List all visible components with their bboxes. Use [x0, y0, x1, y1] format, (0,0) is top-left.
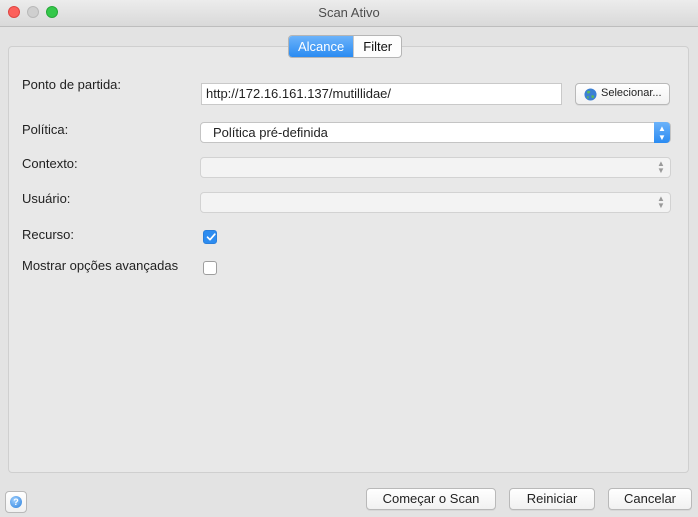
help-icon: ?	[10, 496, 22, 508]
recurse-label: Recurso:	[22, 227, 75, 242]
user-select[interactable]: ▲ ▼	[200, 192, 671, 213]
context-select[interactable]: ▲ ▼	[200, 157, 671, 178]
tab-filter[interactable]: Filter	[353, 36, 401, 57]
context-label: Contexto:	[22, 156, 78, 171]
select-button-label: Selecionar...	[601, 87, 662, 99]
check-icon	[206, 233, 216, 241]
start-point-value: http://172.16.161.137/mutillidae/	[206, 86, 392, 101]
policy-select[interactable]: Política pré-definida ▲ ▼	[200, 122, 671, 143]
advanced-options-label: Mostrar opções avançadas	[22, 258, 179, 273]
user-label: Usuário:	[22, 191, 71, 206]
globe-icon	[584, 88, 597, 101]
chevron-updown-icon: ▲ ▼	[657, 194, 665, 210]
cancel-button[interactable]: Cancelar	[608, 488, 692, 510]
select-button[interactable]: Selecionar...	[575, 83, 670, 105]
help-button[interactable]: ?	[5, 491, 27, 513]
start-point-label: Ponto de partida:	[22, 77, 122, 92]
tab-alcance[interactable]: Alcance	[289, 36, 354, 57]
policy-value: Política pré-definida	[213, 125, 328, 140]
start-point-input[interactable]: http://172.16.161.137/mutillidae/	[201, 83, 562, 105]
chevron-updown-icon: ▲ ▼	[657, 159, 665, 175]
policy-label: Política:	[22, 122, 69, 137]
chevron-updown-icon: ▲ ▼	[654, 122, 670, 143]
tab-bar: Alcance Filter	[288, 35, 403, 58]
title-bar: Scan Ativo	[0, 0, 698, 27]
recurse-checkbox[interactable]	[203, 230, 217, 244]
window-title: Scan Ativo	[318, 5, 380, 20]
start-scan-button[interactable]: Começar o Scan	[366, 488, 496, 510]
advanced-options-checkbox[interactable]	[203, 261, 217, 275]
reset-button[interactable]: Reiniciar	[509, 488, 595, 510]
